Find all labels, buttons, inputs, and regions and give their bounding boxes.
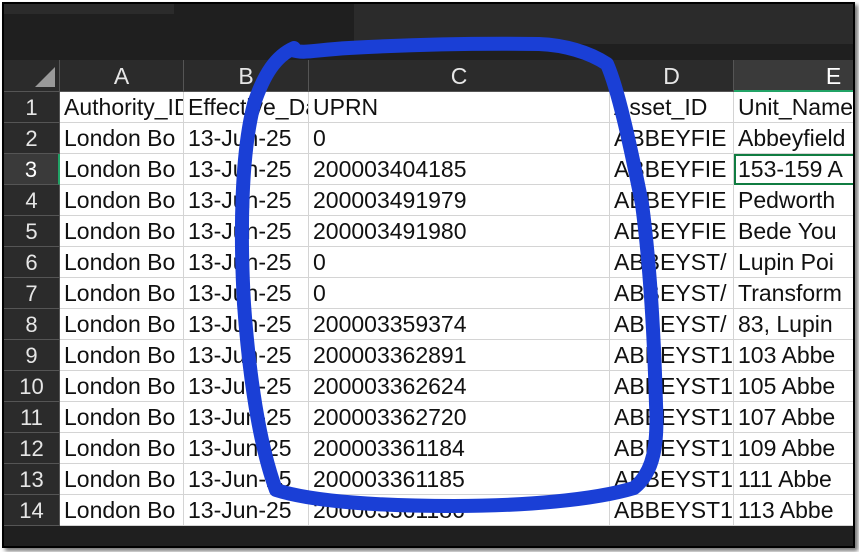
column-header-d[interactable]: D <box>610 60 734 92</box>
cell-e7[interactable]: Transform <box>734 278 853 309</box>
cell-a4[interactable]: London Bo <box>60 185 184 216</box>
cell-a6[interactable]: London Bo <box>60 247 184 278</box>
column-header-b[interactable]: B <box>184 60 309 92</box>
row-header-14[interactable]: 14 <box>4 495 60 526</box>
column-header-c[interactable]: C <box>309 60 610 92</box>
cell-e1[interactable]: Unit_Name <box>734 92 853 123</box>
cell-d8[interactable]: ABBEYST/ <box>610 309 734 340</box>
cell-d1[interactable]: Asset_ID <box>610 92 734 123</box>
cell-c6[interactable]: 0 <box>309 247 610 278</box>
row-header-7[interactable]: 7 <box>4 278 60 309</box>
cell-b13[interactable]: 13-Jun-25 <box>184 464 309 495</box>
cell-d13[interactable]: ABBEYST1 <box>610 464 734 495</box>
cell-d12[interactable]: ABBEYST1 <box>610 433 734 464</box>
cell-b14[interactable]: 13-Jun-25 <box>184 495 309 526</box>
cell-a10[interactable]: London Bo <box>60 371 184 402</box>
row-header-2[interactable]: 2 <box>4 123 60 154</box>
cell-a2[interactable]: London Bo <box>60 123 184 154</box>
cell-e5[interactable]: Bede You <box>734 216 853 247</box>
row-header-8[interactable]: 8 <box>4 309 60 340</box>
cell-b11[interactable]: 13-Jun-25 <box>184 402 309 433</box>
cell-e3[interactable]: 153-159 A <box>734 154 853 185</box>
cell-a12[interactable]: London Bo <box>60 433 184 464</box>
cell-a1[interactable]: Authority_ID <box>60 92 184 123</box>
cell-c7[interactable]: 0 <box>309 278 610 309</box>
column-header-a[interactable]: A <box>60 60 184 92</box>
cell-c12[interactable]: 200003361184 <box>309 433 610 464</box>
cell-a8[interactable]: London Bo <box>60 309 184 340</box>
cell-a13[interactable]: London Bo <box>60 464 184 495</box>
cell-d4[interactable]: ABBEYFIE <box>610 185 734 216</box>
cell-d5[interactable]: ABBEYFIE <box>610 216 734 247</box>
select-all-corner[interactable] <box>4 60 60 92</box>
spreadsheet-window: ABCDE 1Authority_IDEffective_DateUPRNAsse… <box>2 2 855 548</box>
cell-c9[interactable]: 200003362891 <box>309 340 610 371</box>
cell-b5[interactable]: 13-Jun-25 <box>184 216 309 247</box>
cell-b6[interactable]: 13-Jun-25 <box>184 247 309 278</box>
column-header-e[interactable]: E <box>734 60 853 92</box>
cell-c13[interactable]: 200003361185 <box>309 464 610 495</box>
cell-d14[interactable]: ABBEYST1 <box>610 495 734 526</box>
cell-e2[interactable]: Abbeyfield <box>734 123 853 154</box>
row-header-9[interactable]: 9 <box>4 340 60 371</box>
toolbar-area <box>4 4 853 60</box>
cell-e4[interactable]: Pedworth <box>734 185 853 216</box>
cell-d7[interactable]: ABBEYST/ <box>610 278 734 309</box>
row-header-1[interactable]: 1 <box>4 92 60 123</box>
cell-d11[interactable]: ABBEYST1 <box>610 402 734 433</box>
cell-c5[interactable]: 200003491980 <box>309 216 610 247</box>
cell-b1[interactable]: Effective_Date <box>184 92 309 123</box>
cell-e6[interactable]: Lupin Poi <box>734 247 853 278</box>
cell-d9[interactable]: ABBEYST1 <box>610 340 734 371</box>
cell-c14[interactable]: 200003361186 <box>309 495 610 526</box>
cell-b12[interactable]: 13-Jun-25 <box>184 433 309 464</box>
cell-e14[interactable]: 113 Abbe <box>734 495 853 526</box>
cell-e13[interactable]: 111 Abbe <box>734 464 853 495</box>
cell-d6[interactable]: ABBEYST/ <box>610 247 734 278</box>
cell-d3[interactable]: ABBEYFIE <box>610 154 734 185</box>
select-all-triangle-icon <box>35 67 55 87</box>
cell-c2[interactable]: 0 <box>309 123 610 154</box>
toolbar-segment <box>4 4 174 14</box>
cell-b4[interactable]: 13-Jun-25 <box>184 185 309 216</box>
cell-b2[interactable]: 13-Jun-25 <box>184 123 309 154</box>
cell-d10[interactable]: ABBEYST1 <box>610 371 734 402</box>
row-header-12[interactable]: 12 <box>4 433 60 464</box>
cell-b7[interactable]: 13-Jun-25 <box>184 278 309 309</box>
cell-c1[interactable]: UPRN <box>309 92 610 123</box>
cell-a3[interactable]: London Bo <box>60 154 184 185</box>
cell-b3[interactable]: 13-Jun-25 <box>184 154 309 185</box>
cell-b8[interactable]: 13-Jun-25 <box>184 309 309 340</box>
row-header-11[interactable]: 11 <box>4 402 60 433</box>
cell-c8[interactable]: 200003359374 <box>309 309 610 340</box>
cell-a14[interactable]: London Bo <box>60 495 184 526</box>
cell-a9[interactable]: London Bo <box>60 340 184 371</box>
cell-e8[interactable]: 83, Lupin <box>734 309 853 340</box>
cell-a11[interactable]: London Bo <box>60 402 184 433</box>
row-header-13[interactable]: 13 <box>4 464 60 495</box>
cell-e10[interactable]: 105 Abbe <box>734 371 853 402</box>
cell-b9[interactable]: 13-Jun-25 <box>184 340 309 371</box>
cell-d2[interactable]: ABBEYFIE <box>610 123 734 154</box>
cell-e11[interactable]: 107 Abbe <box>734 402 853 433</box>
cell-a7[interactable]: London Bo <box>60 278 184 309</box>
row-header-10[interactable]: 10 <box>4 371 60 402</box>
cell-c4[interactable]: 200003491979 <box>309 185 610 216</box>
cell-e12[interactable]: 109 Abbe <box>734 433 853 464</box>
cell-e9[interactable]: 103 Abbe <box>734 340 853 371</box>
cell-c11[interactable]: 200003362720 <box>309 402 610 433</box>
row-header-4[interactable]: 4 <box>4 185 60 216</box>
cell-c10[interactable]: 200003362624 <box>309 371 610 402</box>
formula-bar[interactable] <box>354 4 853 44</box>
cell-a5[interactable]: London Bo <box>60 216 184 247</box>
row-header-3[interactable]: 3 <box>4 154 60 185</box>
cell-c3[interactable]: 200003404185 <box>309 154 610 185</box>
row-header-6[interactable]: 6 <box>4 247 60 278</box>
cell-b10[interactable]: 13-Jun-25 <box>184 371 309 402</box>
row-header-5[interactable]: 5 <box>4 216 60 247</box>
